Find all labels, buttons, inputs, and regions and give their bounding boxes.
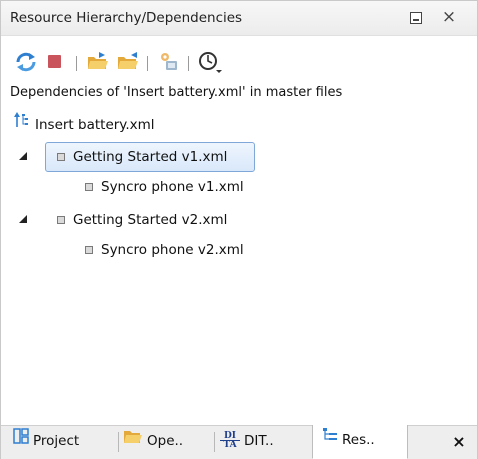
- tab-label: Ope..: [147, 433, 184, 449]
- panel-title-bar: Resource Hierarchy/Dependencies ×: [1, 1, 477, 36]
- tab-open-files[interactable]: Ope..: [123, 426, 183, 458]
- dita-icon: DI TA: [220, 431, 240, 450]
- view-tabs-bar: Project Ope.. DI TA DIT.. Res.. ×: [1, 425, 477, 459]
- configure-scope-icon[interactable]: [156, 49, 182, 75]
- tree-root[interactable]: Insert battery.xml: [13, 112, 155, 136]
- tab-resource-hierarchy[interactable]: Res..: [312, 425, 408, 459]
- tab-label: Project: [33, 433, 80, 449]
- tab-separator: [118, 432, 119, 452]
- stop-icon[interactable]: [43, 49, 69, 75]
- minimize-icon[interactable]: [410, 12, 422, 24]
- tab-separator: [214, 432, 215, 452]
- tree-leaf[interactable]: Syncro phone v2.xml: [85, 238, 244, 262]
- tab-dita-maps[interactable]: DI TA DIT..: [220, 426, 274, 458]
- dita-icon-text-bottom: TA: [223, 439, 237, 450]
- tab-label: DIT..: [244, 433, 274, 449]
- refresh-icon[interactable]: [13, 49, 39, 75]
- project-icon: [13, 425, 29, 455]
- toolbar-separator: [147, 56, 148, 71]
- tab-project[interactable]: Project: [13, 426, 79, 458]
- tree-node[interactable]: Getting Started v2.xml: [57, 208, 227, 232]
- resource-hierarchy-icon: [322, 424, 338, 454]
- tree-leaf-label: Syncro phone v2.xml: [101, 242, 244, 258]
- expand-toggle-icon[interactable]: [19, 215, 27, 223]
- file-node-icon: [85, 245, 93, 254]
- panel-title: Resource Hierarchy/Dependencies: [10, 10, 243, 26]
- tree-leaf-label: Syncro phone v1.xml: [101, 179, 244, 195]
- tree-root-label: Insert battery.xml: [35, 117, 155, 133]
- tree-node-label: Getting Started v1.xml: [73, 149, 228, 165]
- file-node-icon: [85, 182, 93, 191]
- dependency-tree-icon: [13, 111, 31, 138]
- toolbar-separator: [76, 56, 77, 71]
- toolbar-separator: [188, 56, 189, 71]
- show-dependencies-icon[interactable]: [115, 49, 141, 75]
- tree-node-label: Getting Started v2.xml: [73, 212, 228, 228]
- show-hierarchy-icon[interactable]: [85, 49, 111, 75]
- tree-leaf[interactable]: Syncro phone v1.xml: [85, 175, 244, 199]
- close-icon[interactable]: ×: [440, 6, 458, 28]
- close-view-icon[interactable]: ×: [449, 426, 469, 458]
- resource-hierarchy-panel: Resource Hierarchy/Dependencies × Depend…: [0, 0, 478, 459]
- expand-toggle-icon[interactable]: [19, 152, 27, 160]
- tab-label: Res..: [342, 432, 375, 448]
- dependencies-description: Dependencies of 'Insert battery.xml' in …: [10, 85, 343, 100]
- tree-node[interactable]: Getting Started v1.xml: [57, 145, 227, 169]
- history-icon[interactable]: [196, 49, 228, 75]
- open-folder-icon: [123, 425, 143, 455]
- file-node-icon: [57, 215, 65, 224]
- file-node-icon: [57, 152, 65, 161]
